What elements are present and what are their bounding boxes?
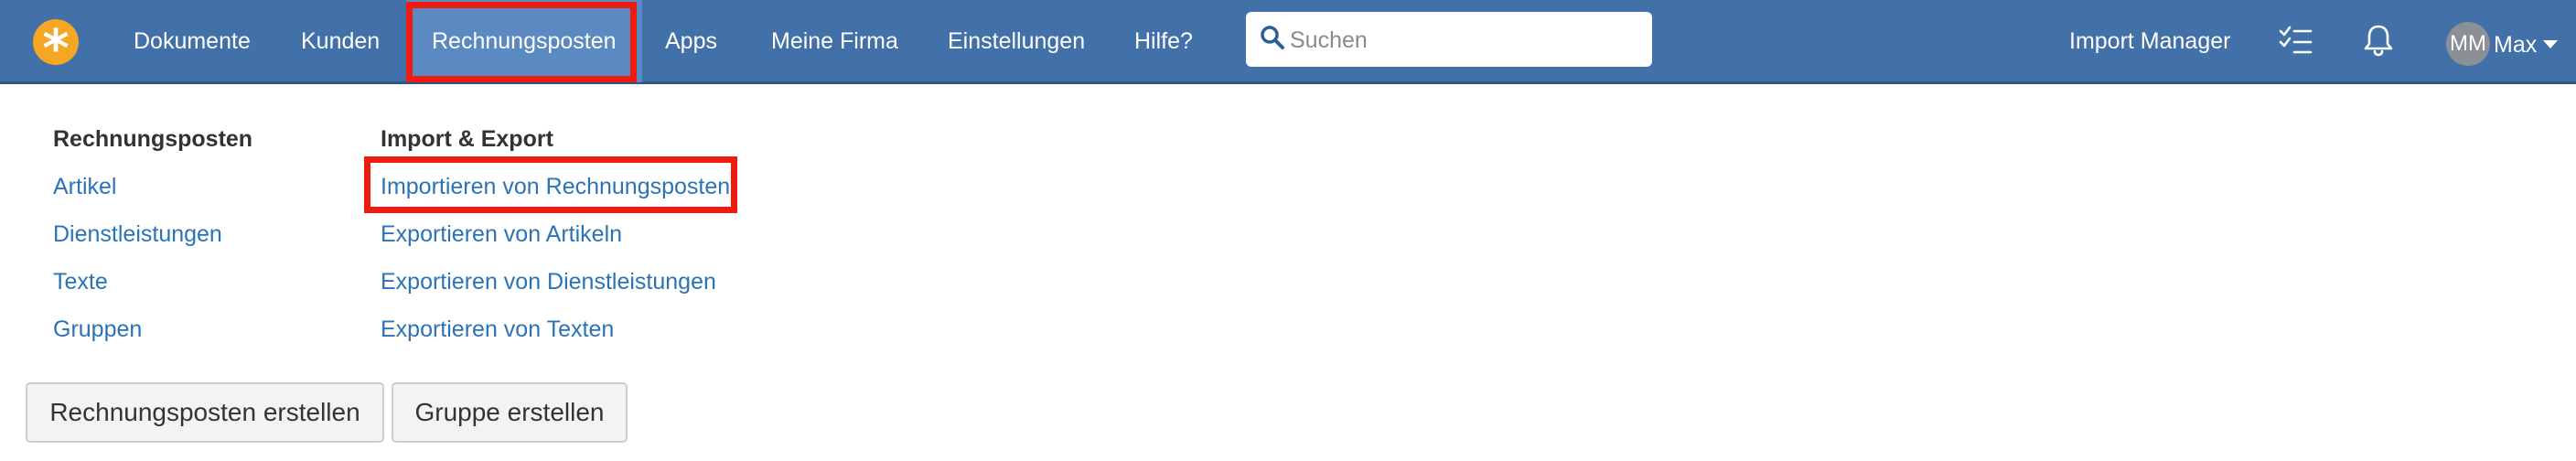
bell-icon[interactable]	[2360, 22, 2397, 59]
nav-item-dokumente[interactable]: Dokumente	[134, 0, 251, 82]
user-avatar[interactable]: MM	[2446, 22, 2490, 66]
chevron-down-icon[interactable]	[2543, 40, 2558, 48]
menu-heading-rechnungsposten: Rechnungsposten	[53, 126, 253, 152]
menu-link-export-texte[interactable]: Exportieren von Texten	[381, 316, 614, 343]
create-item-button[interactable]: Rechnungsposten erstellen	[26, 382, 384, 443]
checklist-icon[interactable]	[2278, 24, 2314, 60]
nav-item-kunden[interactable]: Kunden	[301, 0, 380, 82]
search-input[interactable]	[1288, 12, 1639, 69]
menu-link-artikel[interactable]: Artikel	[53, 174, 116, 200]
nav-item-rechnungsposten[interactable]: Rechnungsposten	[406, 0, 642, 82]
user-name[interactable]: Max	[2494, 0, 2537, 88]
menu-link-gruppen[interactable]: Gruppen	[53, 316, 142, 343]
nav-item-hilfe[interactable]: Hilfe?	[1134, 0, 1193, 82]
nav-item-meine-firma[interactable]: Meine Firma	[771, 0, 898, 82]
menu-link-texte[interactable]: Texte	[53, 269, 108, 295]
menu-link-import-rechnungsposten[interactable]: Importieren von Rechnungsposten	[381, 174, 730, 200]
nav-item-einstellungen[interactable]: Einstellungen	[948, 0, 1085, 82]
search-icon	[1261, 26, 1284, 49]
menu-link-dienstleistungen[interactable]: Dienstleistungen	[53, 221, 222, 248]
import-manager-link[interactable]: Import Manager	[2069, 0, 2230, 82]
create-group-button[interactable]: Gruppe erstellen	[392, 382, 628, 443]
search-box	[1246, 12, 1652, 69]
menu-heading-import-export: Import & Export	[381, 126, 553, 152]
nav-item-apps[interactable]: Apps	[665, 0, 717, 82]
menu-link-export-dienstleistungen[interactable]: Exportieren von Dienstleistungen	[381, 269, 716, 295]
app-logo[interactable]: *	[33, 19, 79, 79]
menu-link-export-artikel[interactable]: Exportieren von Artikeln	[381, 221, 622, 248]
top-navbar: * Dokumente Kunden Rechnungsposten Apps …	[0, 0, 2576, 84]
